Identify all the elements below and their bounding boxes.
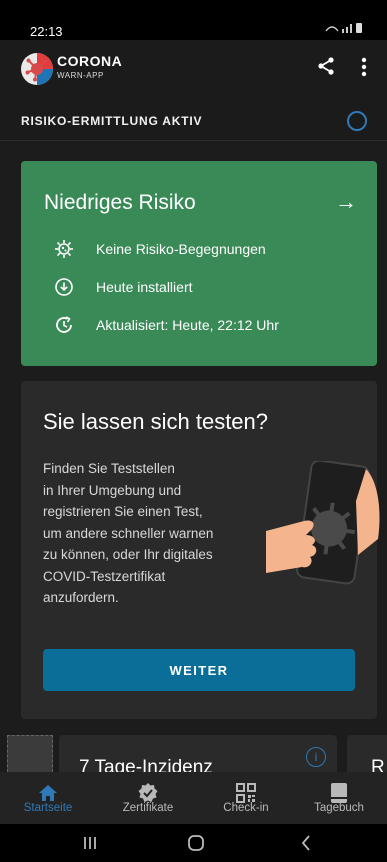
app-bar: CORONA WARN-APP: [0, 40, 387, 100]
share-icon[interactable]: [316, 56, 336, 76]
arrow-right-icon: →: [335, 189, 357, 214]
recent-apps-icon[interactable]: [80, 833, 100, 853]
body-line: Finden Sie Teststellen: [43, 461, 175, 476]
bottom-tab-bar: Startseite Zertifikate Check-in Tagebuch: [0, 772, 387, 824]
risk-row-text: Aktualisiert: Heute, 22:12 Uhr: [96, 317, 279, 333]
tab-label: Startseite: [23, 802, 73, 814]
tab-label: Zertifikate: [122, 802, 174, 814]
status-time: 22:13: [30, 24, 63, 39]
more-vert-icon[interactable]: [360, 56, 368, 78]
risk-row-text: Keine Risiko-Begegnungen: [96, 241, 266, 257]
risk-row-encounters: Keine Risiko-Begegnungen: [21, 239, 377, 263]
back-icon[interactable]: [296, 833, 316, 853]
home-button-icon[interactable]: [186, 833, 206, 853]
certificate-icon: [138, 783, 158, 802]
refresh-clock-icon: [56, 316, 72, 333]
phone-hand-illustration: [266, 461, 380, 585]
tab-check-in[interactable]: Check-in: [198, 772, 294, 824]
test-card: Sie lassen sich testen? Finden Sie Tests…: [21, 381, 380, 719]
signal-battery-icon: [325, 23, 362, 33]
system-navigation-bar: [0, 824, 387, 862]
info-icon[interactable]: i: [306, 747, 326, 767]
virus-icon: [55, 240, 73, 258]
risk-card[interactable]: Niedriges Risiko → Keine Risiko-Begegnun…: [21, 161, 377, 366]
status-bar: 22:13: [0, 0, 387, 40]
tab-startseite[interactable]: Startseite: [0, 772, 96, 824]
body-line: um andere schneller warnen: [43, 525, 214, 541]
tab-zertifikate[interactable]: Zertifikate: [100, 772, 196, 824]
home-icon: [39, 785, 57, 801]
body-line: zu können, oder Ihr digitales: [43, 547, 213, 562]
brand-name: CORONA: [57, 53, 123, 69]
corona-warn-app-logo: [21, 53, 53, 85]
tab-label: Tagebuch: [314, 802, 364, 814]
brand-subtitle: WARN-APP: [57, 71, 104, 80]
weiter-button[interactable]: WEITER: [43, 649, 355, 691]
tab-label: Check-in: [223, 802, 269, 814]
tab-tagebuch[interactable]: Tagebuch: [291, 772, 387, 824]
risk-card-title: Niedriges Risiko: [44, 191, 196, 214]
test-card-title: Sie lassen sich testen?: [43, 409, 269, 434]
tracking-progress-icon: [347, 111, 367, 131]
risk-tracking-label: RISIKO-ERMITTLUNG AKTIV: [21, 114, 203, 128]
body-line: in Ihrer Umgebung und: [43, 482, 182, 498]
add-statistics-tile[interactable]: [7, 735, 53, 777]
risk-row-installed: Heute installiert: [21, 277, 377, 301]
risk-row-text: Heute installiert: [96, 279, 193, 295]
qr-code-icon: [236, 783, 256, 803]
body-line: COVID-Testzertifikat: [43, 568, 166, 584]
status-icons: [325, 22, 365, 37]
download-icon: [55, 278, 73, 296]
risk-row-updated: Aktualisiert: Heute, 22:12 Uhr: [21, 315, 377, 339]
diary-icon: [331, 783, 347, 803]
body-line: anzufordern.: [43, 590, 119, 605]
body-line: registrieren Sie einen Test,: [43, 504, 203, 519]
test-card-body: Finden Sie Teststellen in Ihrer Umgebung…: [43, 458, 263, 609]
risk-tracking-bar[interactable]: RISIKO-ERMITTLUNG AKTIV: [0, 100, 387, 141]
